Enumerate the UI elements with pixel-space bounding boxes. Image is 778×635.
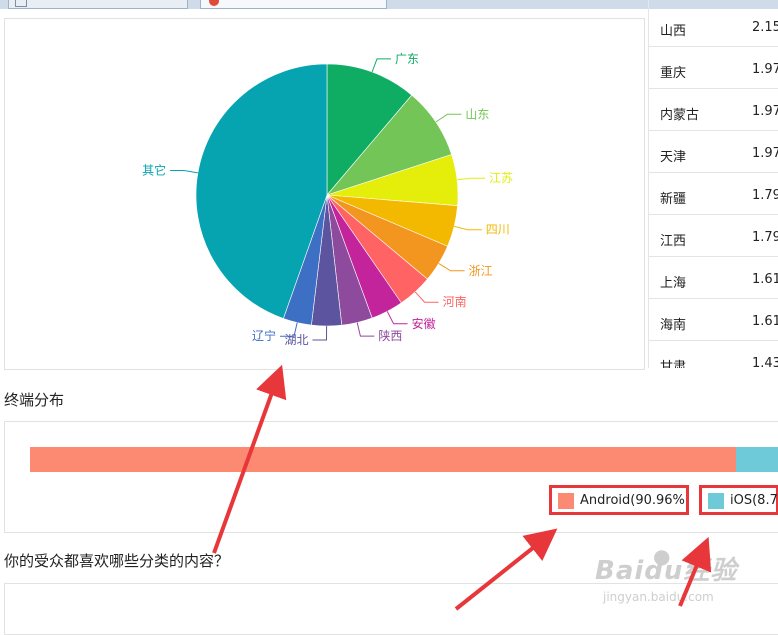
table-row: 海南 1.61 [649, 298, 778, 341]
legend-label-ios: iOS(8.7 [730, 493, 778, 508]
watermark-main-text: Baidu经验 [595, 556, 738, 586]
bar-segment-ios[interactable] [736, 447, 778, 472]
region-value: 1.61 [752, 314, 778, 329]
region-name: 内蒙古 [660, 108, 700, 123]
table-row: 天津 1.97 [649, 130, 778, 173]
pie-label-7: 陕西 [378, 328, 402, 343]
legend-swatch-android [558, 493, 574, 509]
pie-leader-line-4 [438, 262, 465, 272]
table-row: 山西 2.15 [649, 4, 778, 47]
region-name: 新疆 [660, 192, 687, 207]
pie-leader-line-5 [414, 291, 439, 303]
region-value: 1.97 [752, 62, 778, 77]
pie-leader-line-10 [170, 170, 198, 174]
legend-android[interactable]: Android(90.96% [549, 485, 689, 515]
baidu-jingyan-watermark: ● Baidu经验 jingyan.baidu.com [595, 540, 765, 610]
region-value: 1.79 [752, 188, 778, 203]
table-row: 甘肃 1.43 [649, 340, 778, 368]
legend-label-android: Android(90.96% [580, 493, 685, 508]
pie-label-1: 山东 [465, 107, 489, 121]
region-pie-chart: 广东山东江苏四川浙江河南安徽陕西 湖北辽宁 其它 [142, 52, 513, 347]
legend-ios[interactable]: iOS(8.7 [699, 485, 778, 515]
pie-leader-line-1 [435, 113, 462, 123]
audience-interest-question: 你的受众都喜欢哪些分类的内容？ [4, 552, 230, 570]
region-name: 重庆 [660, 66, 687, 81]
pie-label-5: 河南 [443, 294, 467, 309]
terminal-distribution-title: 终端分布 [4, 391, 65, 409]
table-row: 新疆 1.79 [649, 172, 778, 215]
pie-label-4: 浙江 [469, 264, 493, 278]
pie-label-3: 四川 [486, 223, 510, 237]
table-row: 内蒙古 1.97 [649, 88, 778, 131]
region-value: 1.79 [752, 230, 778, 245]
table-row: 重庆 1.97 [649, 46, 778, 89]
region-pie-panel: 广东山东江苏四川浙江河南 安徽 陕西 湖北 辽宁 其它 [4, 18, 645, 370]
pie-leader-line-2 [457, 177, 485, 181]
page-icon [15, 0, 27, 7]
region-value: 1.43 [752, 356, 778, 368]
pie-label-8: 湖北 [284, 332, 308, 347]
pie-label-6: 安徽 [412, 316, 436, 331]
pie-leader-line-3 [454, 225, 482, 231]
region-value: 1.97 [752, 104, 778, 119]
watermark-url-text: jingyan.baidu.com [603, 590, 714, 604]
pie-leader-line-7 [356, 322, 375, 337]
table-row: 江西 1.79 [649, 214, 778, 257]
region-name: 上海 [660, 276, 687, 291]
region-name: 天津 [660, 150, 687, 165]
region-name: 海南 [660, 318, 687, 333]
pie-label-9: 辽宁 [252, 328, 276, 343]
pie-leader-line-6 [386, 311, 408, 325]
pie-leader-line-0 [371, 58, 391, 73]
pie-label-0: 广东 [395, 52, 419, 66]
region-value: 2.15 [752, 20, 778, 35]
pie-leader-line-8 [312, 325, 328, 341]
region-name: 甘肃 [660, 360, 687, 368]
pie-label-2: 江苏 [489, 171, 513, 185]
browser-tab-active[interactable] [200, 0, 387, 9]
bar-segment-android[interactable] [30, 447, 736, 472]
region-name: 山西 [660, 24, 687, 39]
terminal-stacked-bar [30, 447, 778, 472]
region-distribution-table: 山西 2.15 重庆 1.97 内蒙古 1.97 天津 1.97 新疆 1.79 江西 1.79 上海 1… [648, 0, 778, 368]
region-value: 1.97 [752, 146, 778, 161]
region-name: 江西 [660, 234, 687, 249]
table-row: 上海 1.61 [649, 256, 778, 299]
pie-label-10: 其它 [142, 163, 166, 178]
region-value: 1.61 [752, 272, 778, 287]
browser-tab[interactable] [8, 0, 188, 9]
legend-swatch-ios [708, 493, 724, 509]
terminal-distribution-panel: Android(90.96% iOS(8.7 [4, 421, 778, 533]
site-favicon-icon [209, 0, 219, 6]
